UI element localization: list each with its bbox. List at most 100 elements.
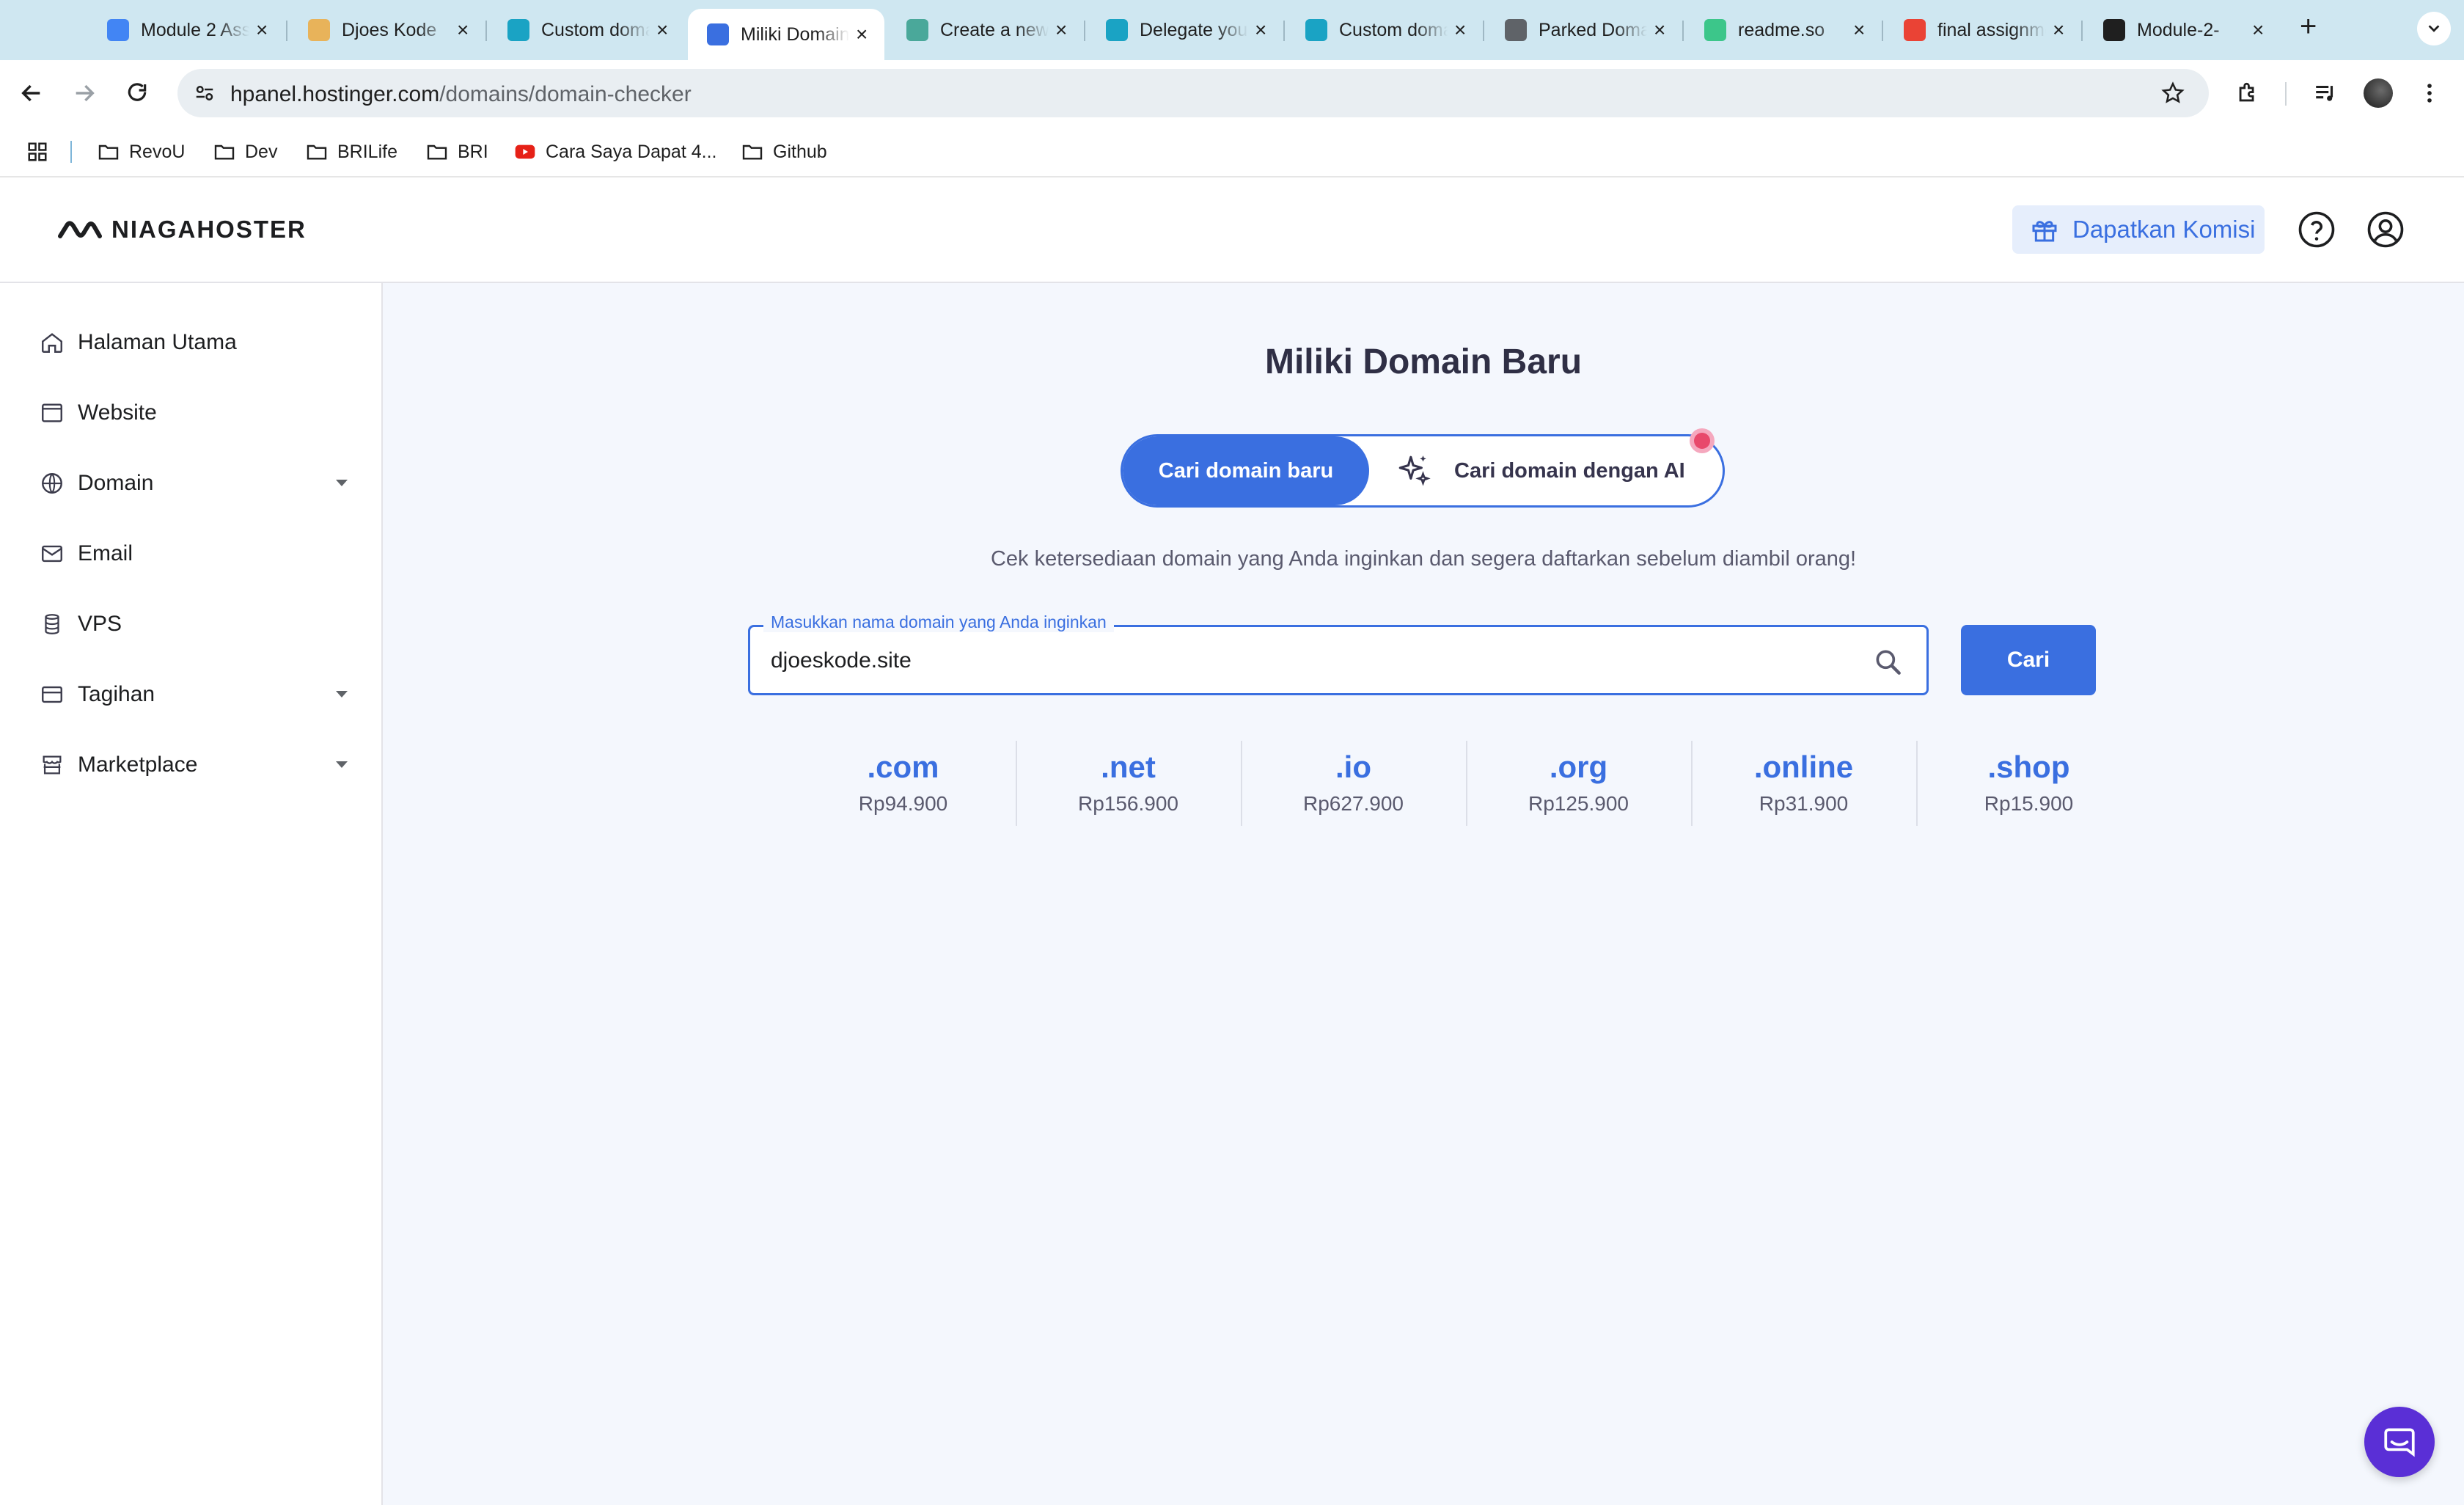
browser-menu-button[interactable] xyxy=(2413,76,2446,110)
domain-search-field[interactable]: Masukkan nama domain yang Anda inginkan xyxy=(748,612,1929,695)
bookmark-label: Github xyxy=(773,141,827,162)
close-icon[interactable]: × xyxy=(450,18,475,42)
tld-item-net[interactable]: .net Rp156.900 xyxy=(1016,741,1241,826)
referral-button[interactable]: Dapatkan Komisi xyxy=(2012,205,2265,254)
sidebar-item-label: Halaman Utama xyxy=(78,330,237,354)
browser-tab[interactable]: Custom domain× xyxy=(488,9,685,51)
credit-card-icon xyxy=(42,686,62,703)
tab-title: readme.so xyxy=(1738,19,1825,40)
browser-tab[interactable]: Create a new × xyxy=(887,9,1084,51)
sidebar-item-domain[interactable]: Domain xyxy=(40,459,348,508)
tld-extension: .shop xyxy=(1987,750,2070,784)
browser-tab[interactable]: Miliki Domain Baru× xyxy=(688,9,884,60)
close-icon[interactable]: × xyxy=(650,18,675,42)
caret-down-icon xyxy=(336,480,348,486)
tld-item-online[interactable]: .online Rp31.900 xyxy=(1691,741,1916,826)
search-icon[interactable] xyxy=(1872,646,1904,678)
sidebar-item-tagihan[interactable]: Tagihan xyxy=(40,670,348,719)
sidebar-item-halaman-utama[interactable]: Halaman Utama xyxy=(40,318,348,367)
new-tab-button[interactable]: + xyxy=(2300,10,2317,43)
extensions-button[interactable] xyxy=(2231,76,2265,110)
close-icon[interactable]: × xyxy=(2245,18,2270,42)
apps-button[interactable] xyxy=(26,138,57,166)
tld-separator xyxy=(1016,741,1017,826)
playlist-icon xyxy=(2316,85,2333,101)
bookmark-label: Cara Saya Dapat 4... xyxy=(546,141,717,162)
help-button[interactable] xyxy=(2297,210,2336,253)
search-button[interactable]: Cari xyxy=(1961,625,2096,695)
caret-down-icon xyxy=(336,691,348,697)
bookmark-revou[interactable]: RevoU xyxy=(97,138,185,166)
tld-price: Rp627.900 xyxy=(1302,792,1404,815)
folder-icon xyxy=(214,144,235,160)
browser-tab[interactable]: Djoes Kode × xyxy=(289,9,485,51)
domain-search-input[interactable] xyxy=(771,646,1834,675)
tab-title: Parked Domain xyxy=(1539,19,1648,40)
browser-tab[interactable]: Custom domain× xyxy=(1286,9,1483,51)
bookmark-dev[interactable]: Dev xyxy=(213,138,277,166)
more-vertical-icon xyxy=(2427,84,2432,103)
browser-tab[interactable]: final assignment× xyxy=(1885,9,2081,51)
tab-strip: Module 2 Assignment×Djoes Kode×Custom do… xyxy=(0,0,2464,60)
tld-separator xyxy=(1241,741,1242,826)
browser-tab[interactable]: readme.so × xyxy=(1685,9,1882,51)
tab-search-button[interactable] xyxy=(2417,12,2451,45)
bookmark-bri[interactable]: BRI xyxy=(425,138,488,166)
bookmark-cara-saya-dapat-4[interactable]: Cara Saya Dapat 4... xyxy=(513,138,716,166)
close-icon[interactable]: × xyxy=(1248,18,1273,42)
browser-tab[interactable]: Delegate your × xyxy=(1087,9,1283,51)
tld-item-shop[interactable]: .shop Rp15.900 xyxy=(1916,741,2141,826)
sidebar-item-email[interactable]: Email xyxy=(40,530,348,578)
tab-search-new-domain[interactable]: Cari domain baru xyxy=(1123,436,1369,505)
address-bar[interactable]: hpanel.hostinger.com/domains/domain-chec… xyxy=(177,69,2209,117)
close-icon[interactable]: × xyxy=(2046,18,2071,42)
bookmark-brilife[interactable]: BRILife xyxy=(305,138,397,166)
tld-price: Rp15.900 xyxy=(1984,792,2074,815)
bookmark-github[interactable]: Github xyxy=(741,138,827,166)
tld-price: Rp125.900 xyxy=(1528,792,1629,815)
bookmark-label: BRILife xyxy=(337,141,397,162)
ai-search-label: Cari domain dengan AI xyxy=(1454,458,1685,483)
close-icon[interactable]: × xyxy=(1049,18,1074,42)
tab-search-domain-ai[interactable]: Cari domain dengan AI xyxy=(1396,436,1685,505)
close-icon[interactable]: × xyxy=(1448,18,1473,42)
avatar-icon xyxy=(308,19,330,41)
back-button[interactable] xyxy=(15,76,48,110)
reload-button[interactable] xyxy=(120,76,154,110)
search-field-label: Masukkan nama domain yang Anda inginkan xyxy=(763,612,1114,632)
chat-button[interactable] xyxy=(2364,1407,2435,1477)
globe-icon xyxy=(42,473,62,494)
account-button[interactable] xyxy=(2366,210,2405,253)
help-icon xyxy=(2298,211,2335,248)
tab-title: Module-2- xyxy=(2137,19,2220,40)
forward-button[interactable] xyxy=(67,76,101,110)
sidebar-item-label: VPS xyxy=(78,612,122,636)
sidebar-item-marketplace[interactable]: Marketplace xyxy=(40,741,348,789)
profile-button[interactable] xyxy=(2361,76,2395,110)
tld-item-io[interactable]: .io Rp627.900 xyxy=(1241,741,1466,826)
sidebar-item-vps[interactable]: VPS xyxy=(40,600,348,648)
tld-item-org[interactable]: .org Rp125.900 xyxy=(1466,741,1691,826)
folder-icon xyxy=(427,144,447,160)
close-icon[interactable]: × xyxy=(1647,18,1672,42)
brand-logo[interactable]: NIAGAHOSTER xyxy=(57,216,307,243)
app-header: NIAGAHOSTER Dapatkan Komisi xyxy=(0,177,2464,283)
star-icon[interactable] xyxy=(2160,81,2185,106)
reload-icon xyxy=(128,83,147,101)
arrow-right-icon xyxy=(76,84,95,102)
bookmark-label: BRI xyxy=(458,141,488,162)
close-icon[interactable]: × xyxy=(849,23,874,46)
media-control-button[interactable] xyxy=(2309,76,2342,110)
sidebar-item-website[interactable]: Website xyxy=(40,389,348,437)
grid-icon xyxy=(28,142,47,161)
browser-tab[interactable]: Module 2 Assignment× xyxy=(88,9,285,51)
close-icon[interactable]: × xyxy=(249,18,274,42)
url-path: /domains/domain-checker xyxy=(439,82,692,106)
server-icon xyxy=(45,614,59,634)
close-icon[interactable]: × xyxy=(1847,18,1871,42)
tld-item-com[interactable]: .com Rp94.900 xyxy=(791,741,1016,826)
browser-tab[interactable]: Parked Domain× xyxy=(1486,9,1682,51)
bookmarks-bar: RevoU Dev BRILife BRI Cara Saya Dapat 4... Gi… xyxy=(0,126,2464,177)
browser-tab[interactable]: Module-2- × xyxy=(2084,9,2281,51)
tld-separator xyxy=(1691,741,1693,826)
